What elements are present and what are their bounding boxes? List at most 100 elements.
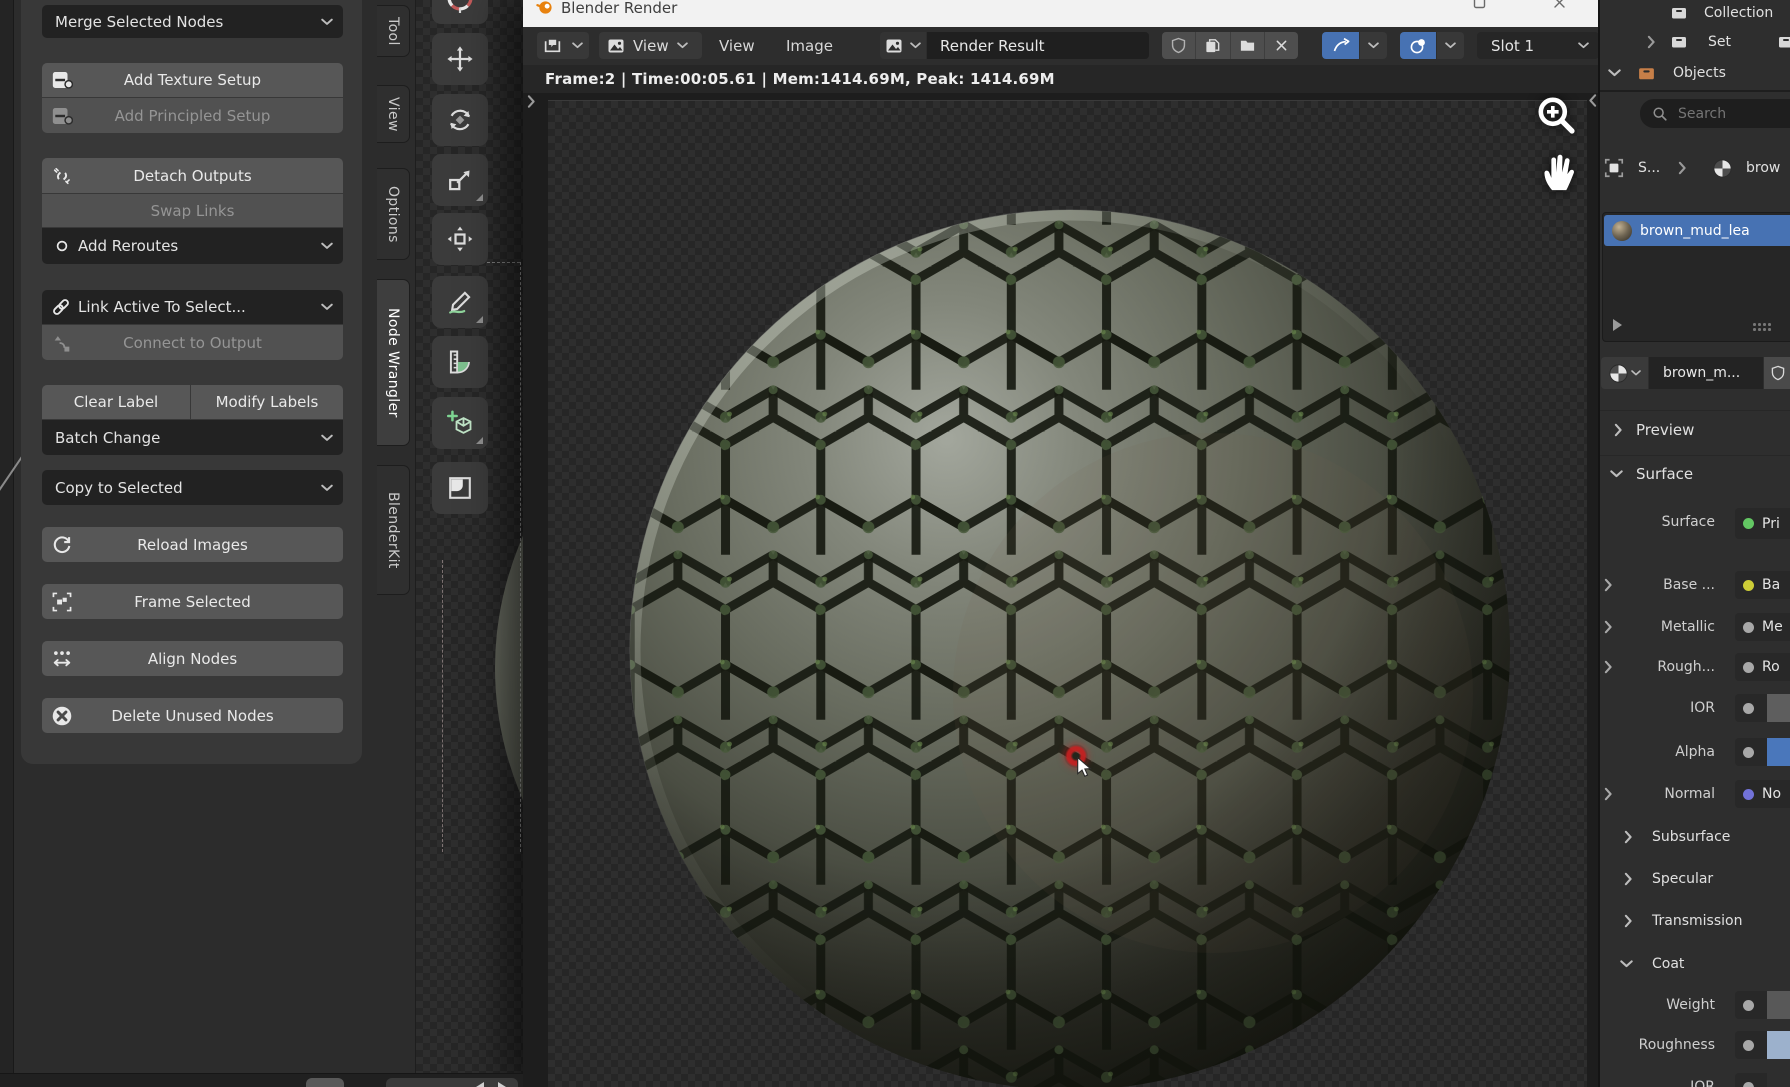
outliner-collection-label: Collection — [1704, 5, 1773, 21]
reload-images-button[interactable]: Reload Images — [42, 527, 343, 562]
outliner-row-set[interactable]: Set — [1600, 27, 1790, 56]
coat-ior-socket-chip[interactable] — [1735, 1073, 1767, 1087]
coat-subpanel-header[interactable]: Coat — [1600, 950, 1790, 978]
chevron-right-icon — [1625, 873, 1633, 886]
partial-button[interactable] — [306, 1078, 344, 1087]
coat-weight-slider[interactable] — [1767, 991, 1790, 1019]
sidebar-tab-blenderkit[interactable]: BlenderKit — [377, 465, 410, 595]
tool-measure-button[interactable] — [432, 336, 488, 388]
display-channels-toggle[interactable] — [1400, 32, 1436, 59]
fake-user-shield-button[interactable] — [1162, 32, 1195, 59]
window-maximize-icon[interactable] — [1473, 0, 1486, 9]
list-expand-arrow[interactable] — [1613, 319, 1622, 331]
merge-selected-nodes-dropdown[interactable]: Merge Selected Nodes — [42, 5, 343, 38]
sidebar-tab-node-wrangler[interactable]: Node Wrangler — [377, 279, 410, 446]
display-channels-dropdown[interactable] — [1437, 32, 1464, 59]
image-name-field[interactable]: Render Result — [927, 32, 1149, 59]
window-titlebar[interactable]: Blender Render — [523, 0, 1600, 28]
zoom-magnifier-icon[interactable] — [1536, 95, 1576, 135]
collapse-left-arrow-icon[interactable] — [1588, 94, 1597, 107]
playback-controls-partial[interactable] — [386, 1078, 518, 1087]
link-active-to-selected-dropdown[interactable]: Link Active To Select... — [42, 290, 343, 324]
tool-add-cube-button[interactable] — [432, 397, 488, 449]
subsurface-subpanel-header[interactable]: Subsurface — [1600, 823, 1790, 851]
dashed-region-border-vertical2 — [442, 560, 443, 852]
breadcrumb-material-label[interactable]: brow — [1746, 160, 1780, 176]
browse-image-dropdown[interactable] — [880, 32, 926, 59]
outliner-row-collection[interactable]: Collection — [1600, 0, 1790, 26]
tool-3d-cursor-button[interactable] — [432, 0, 488, 24]
clear-label-button[interactable]: Clear Label — [42, 385, 190, 419]
add-texture-setup-button[interactable]: Add Texture Setup — [42, 63, 343, 97]
surface-shader-value[interactable]: Pri — [1735, 508, 1790, 539]
window-title: Blender Render — [561, 0, 677, 17]
surface-panel-header[interactable]: Surface — [1600, 455, 1790, 492]
sidebar-tab-options[interactable]: Options — [377, 168, 410, 260]
tool-rotate-button[interactable] — [432, 94, 488, 146]
coat-weight-socket-chip[interactable] — [1735, 991, 1767, 1019]
frame-prev-icon[interactable] — [476, 1082, 484, 1087]
chevron-right-icon[interactable] — [1605, 788, 1613, 801]
view-transform-toggle[interactable] — [1322, 32, 1359, 59]
ior-slider[interactable] — [1767, 694, 1790, 722]
pan-hand-icon[interactable] — [1539, 150, 1579, 194]
collapse-right-arrow-icon[interactable] — [527, 95, 536, 108]
editor-mode-dropdown[interactable]: View — [599, 32, 702, 59]
tool-move-button[interactable] — [432, 33, 488, 85]
editor-type-dropdown[interactable] — [537, 32, 589, 59]
chevron-down-icon — [321, 484, 333, 492]
batch-change-dropdown[interactable]: Batch Change — [42, 420, 343, 455]
alpha-socket-chip[interactable] — [1735, 738, 1767, 766]
unlink-image-button[interactable] — [1264, 32, 1298, 59]
search-input[interactable] — [1676, 105, 1780, 123]
menu-image[interactable]: Image — [786, 32, 833, 59]
material-slot-selected[interactable]: brown_mud_lea — [1604, 215, 1790, 246]
metallic-value[interactable]: Me — [1735, 613, 1790, 641]
material-slot-name: brown_mud_lea — [1640, 223, 1750, 239]
align-nodes-label: Align Nodes — [148, 650, 237, 668]
sidebar-tab-tool[interactable]: Tool — [377, 5, 410, 57]
menu-view[interactable]: View — [719, 32, 755, 59]
coat-roughness-socket-chip[interactable] — [1735, 1031, 1767, 1059]
outliner-row-objects[interactable]: Objects — [1600, 58, 1790, 88]
open-image-button[interactable] — [1230, 32, 1264, 59]
render-window: Blender Render View View Image — [523, 0, 1600, 1087]
tool-scale-button[interactable] — [432, 154, 488, 206]
chevron-right-icon[interactable] — [1605, 621, 1613, 634]
delete-unused-nodes-button[interactable]: Delete Unused Nodes — [42, 698, 343, 733]
tool-annotate-button[interactable] — [432, 276, 488, 328]
normal-value[interactable]: No — [1735, 780, 1790, 808]
window-close-icon[interactable] — [1553, 0, 1566, 9]
transmission-subpanel-header[interactable]: Transmission — [1600, 907, 1790, 935]
add-reroutes-dropdown[interactable]: Add Reroutes — [42, 228, 343, 264]
specular-subpanel-header[interactable]: Specular — [1600, 865, 1790, 893]
transform-icon — [446, 225, 474, 253]
alpha-slider[interactable] — [1767, 738, 1790, 766]
modify-labels-button[interactable]: Modify Labels — [191, 385, 343, 419]
tool-corner-button[interactable] — [432, 462, 488, 514]
view-transform-dropdown[interactable] — [1360, 32, 1387, 59]
material-name-field[interactable]: brown_m... — [1649, 357, 1763, 389]
preview-panel-header[interactable]: Preview — [1600, 410, 1790, 449]
frame-selected-button[interactable]: Frame Selected — [42, 584, 343, 619]
coat-roughness-slider[interactable] — [1767, 1031, 1790, 1059]
render-slot-dropdown[interactable]: Slot 1 — [1477, 32, 1599, 59]
tool-transform-button[interactable] — [432, 213, 488, 265]
render-canvas[interactable] — [523, 93, 1600, 1087]
detach-outputs-button[interactable]: Detach Outputs — [42, 158, 343, 193]
new-image-button[interactable] — [1195, 32, 1229, 59]
browse-material-button[interactable] — [1601, 357, 1648, 389]
breadcrumb-object-label[interactable]: S... — [1638, 160, 1660, 176]
chevron-right-icon[interactable] — [1605, 661, 1613, 674]
material-fake-user-button[interactable] — [1764, 357, 1790, 389]
ior-socket-chip[interactable] — [1735, 694, 1767, 722]
base-color-value[interactable]: Ba — [1735, 571, 1790, 599]
copy-to-selected-dropdown[interactable]: Copy to Selected — [42, 470, 343, 505]
frame-next-icon[interactable] — [498, 1082, 506, 1087]
roughness-value[interactable]: Ro — [1735, 653, 1790, 681]
sidebar-tab-view[interactable]: View — [377, 85, 410, 143]
properties-search-field[interactable] — [1640, 99, 1790, 128]
chevron-right-icon[interactable] — [1605, 579, 1613, 592]
align-nodes-button[interactable]: Align Nodes — [42, 641, 343, 676]
list-resize-grip[interactable] — [1753, 323, 1773, 333]
